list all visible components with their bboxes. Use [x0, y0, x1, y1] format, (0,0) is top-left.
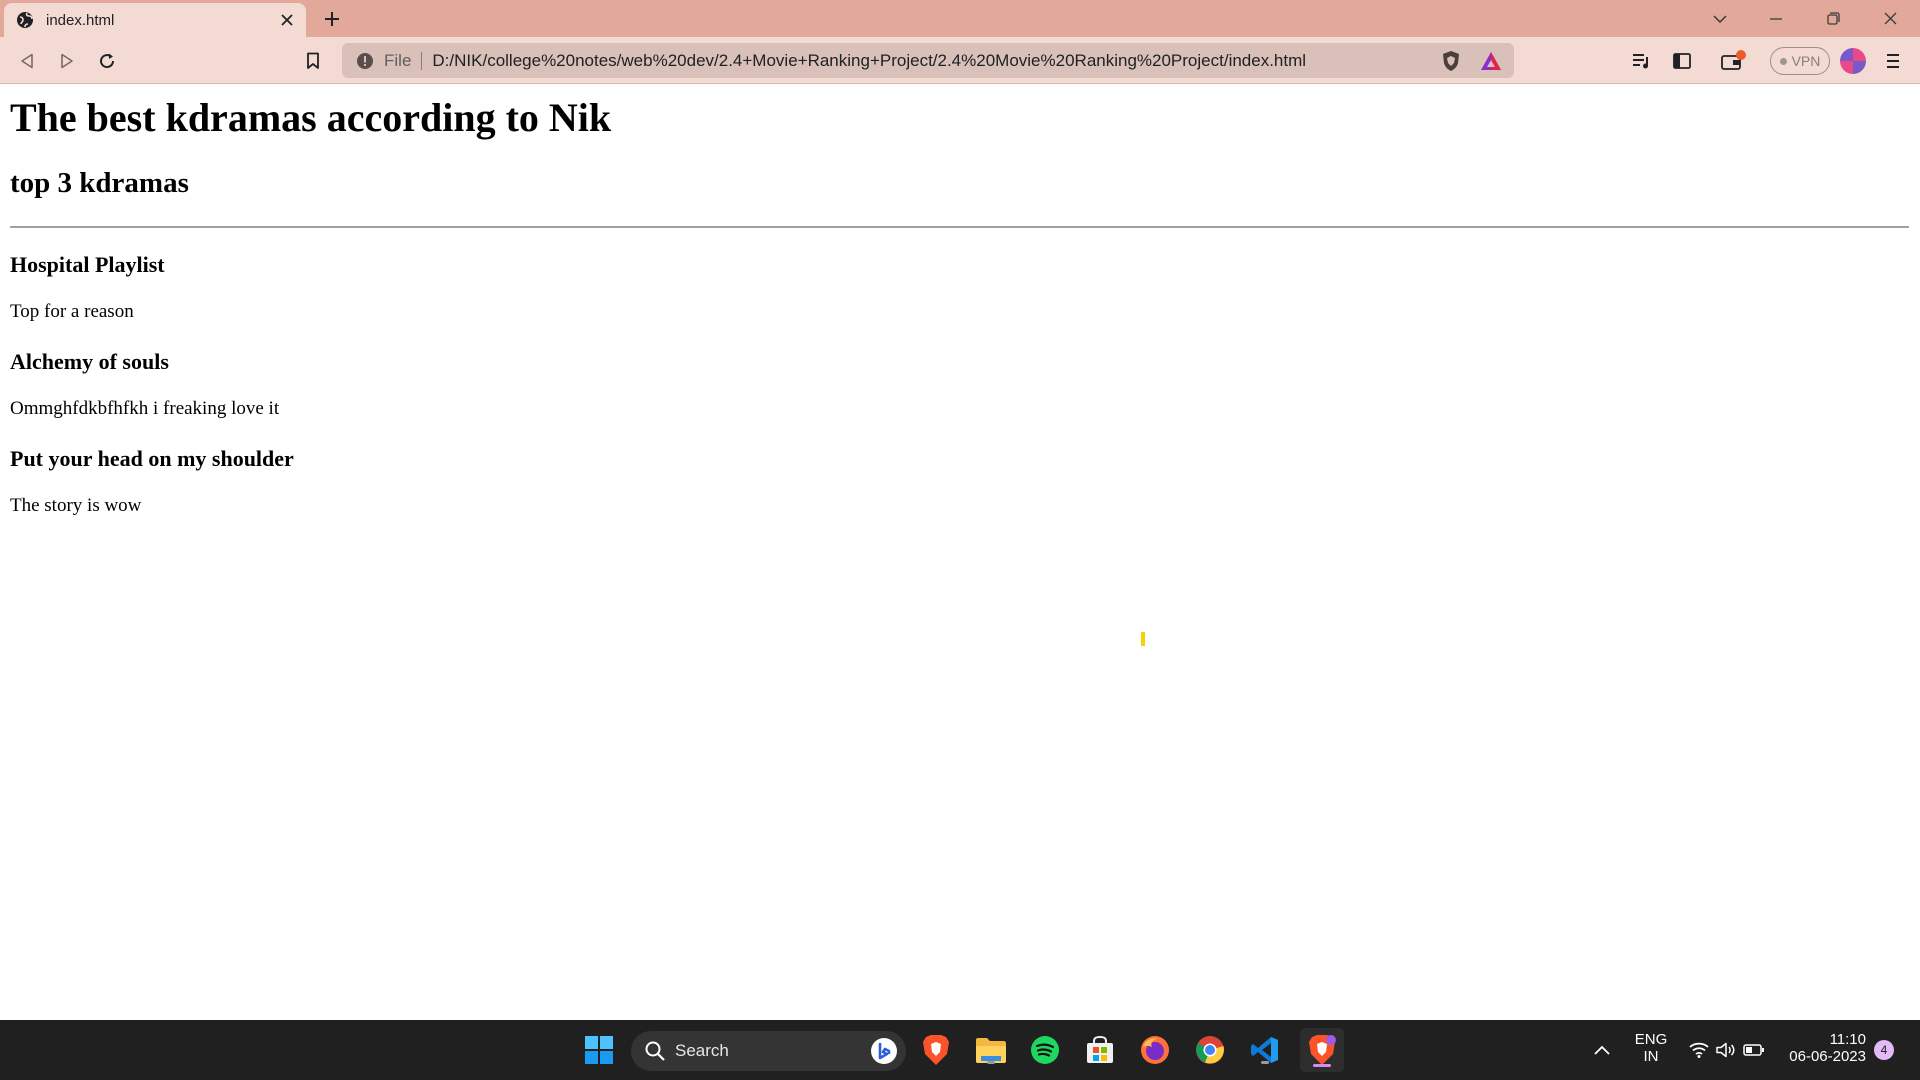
- forward-button[interactable]: [52, 46, 82, 76]
- file-explorer-icon[interactable]: [972, 1031, 1010, 1069]
- kdrama-title: Alchemy of souls: [10, 349, 169, 374]
- search-label: Search: [675, 1041, 729, 1060]
- tab-strip: index.html: [0, 0, 1920, 37]
- info-icon[interactable]: [356, 52, 374, 70]
- kdrama-title: Put your head on my shoulder: [10, 446, 294, 471]
- close-tab-icon[interactable]: [274, 7, 300, 33]
- vscode-icon[interactable]: [1246, 1031, 1284, 1069]
- clock-time: 11:10: [1829, 1031, 1866, 1048]
- reload-button[interactable]: [92, 46, 122, 76]
- windows-taskbar: Search ENG IN 11:10 06-06-2023 4: [0, 1020, 1920, 1080]
- kdrama-title: Hospital Playlist: [10, 252, 165, 277]
- url-separator: [421, 51, 423, 70]
- brave-shields-icon[interactable]: [1438, 48, 1464, 74]
- kdrama-comment: Top for a reason: [10, 301, 134, 322]
- sidebar-icon[interactable]: [1667, 46, 1697, 76]
- tab-index-html[interactable]: index.html: [4, 3, 306, 37]
- firefox-icon[interactable]: [1136, 1031, 1174, 1069]
- clock-date: 06-06-2023: [1789, 1048, 1866, 1065]
- notification-badge[interactable]: 4: [1874, 1040, 1894, 1060]
- running-indicator: [987, 1061, 995, 1064]
- language-code: ENG: [1634, 1031, 1668, 1048]
- brave-beta-icon[interactable]: [1300, 1028, 1344, 1072]
- kdrama-comment: The story is wow: [10, 495, 142, 516]
- bing-icon[interactable]: [870, 1037, 898, 1065]
- tab-search-chevron-icon[interactable]: [1692, 0, 1748, 37]
- wallet-icon[interactable]: [1718, 46, 1748, 76]
- clock[interactable]: 11:10 06-06-2023: [1782, 1031, 1866, 1065]
- brave-icon[interactable]: [917, 1031, 955, 1069]
- page-title: The best kdramas according to Nik: [10, 95, 612, 140]
- battery-icon[interactable]: [1735, 1031, 1773, 1069]
- region-code: IN: [1643, 1048, 1659, 1065]
- profile-avatar[interactable]: [1840, 48, 1866, 74]
- address-bar[interactable]: File D:/NIK/college%20notes/web%20dev/2.…: [342, 43, 1514, 78]
- divider: [10, 226, 1909, 228]
- active-window-indicator: [1313, 1064, 1331, 1067]
- chrome-icon[interactable]: [1191, 1031, 1229, 1069]
- show-hidden-icons-chevron-icon[interactable]: [1583, 1031, 1621, 1069]
- page-subtitle: top 3 kdramas: [10, 167, 189, 199]
- cursor-highlight-mark: [1141, 632, 1145, 646]
- restore-button[interactable]: [1805, 0, 1861, 37]
- running-indicator: [1261, 1061, 1269, 1064]
- globe-icon: [16, 11, 34, 29]
- new-tab-button[interactable]: [318, 5, 346, 33]
- url-scheme-label: File: [384, 50, 412, 70]
- web-page-content: The best kdramas according to Nik top 3 …: [0, 84, 1920, 1020]
- vpn-button[interactable]: VPN: [1770, 47, 1830, 75]
- url-text[interactable]: D:/NIK/college%20notes/web%20dev/2.4+Mov…: [432, 51, 1438, 71]
- bookmark-icon[interactable]: [298, 46, 328, 76]
- kdrama-comment: Ommghfdkbfhfkh i freaking love it: [10, 398, 280, 419]
- menu-icon[interactable]: [1878, 46, 1908, 76]
- browser-toolbar: File D:/NIK/college%20notes/web%20dev/2.…: [0, 37, 1920, 84]
- vpn-status-dot: [1779, 57, 1787, 65]
- close-window-button[interactable]: [1862, 0, 1918, 37]
- spotify-icon[interactable]: [1026, 1031, 1064, 1069]
- microsoft-store-icon[interactable]: [1081, 1031, 1119, 1069]
- search-icon: [645, 1041, 665, 1061]
- windows-start-icon[interactable]: [580, 1031, 618, 1069]
- minimize-button[interactable]: [1748, 0, 1804, 37]
- vpn-label: VPN: [1791, 53, 1821, 69]
- playlist-icon[interactable]: [1627, 46, 1657, 76]
- language-indicator[interactable]: ENG IN: [1630, 1031, 1672, 1065]
- back-button[interactable]: [12, 46, 42, 76]
- tab-title: index.html: [46, 11, 115, 29]
- brave-rewards-icon[interactable]: [1478, 48, 1504, 74]
- taskbar-search-box[interactable]: Search: [631, 1031, 906, 1071]
